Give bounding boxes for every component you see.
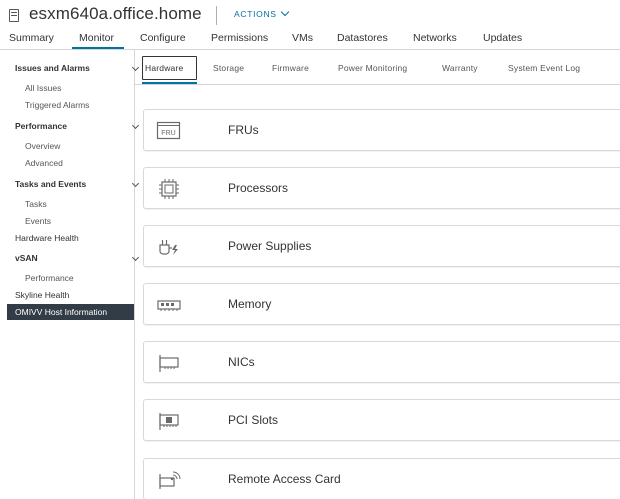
card-label: Remote Access Card [228,472,341,486]
sidebar-item-overview[interactable]: Overview [0,141,159,151]
vsphere-host-monitor-page: esxm640a.office.home ACTIONS Summary Mon… [0,0,620,499]
card-frus[interactable]: FRU FRUs [143,109,620,151]
card-nics[interactable]: NICs [143,341,620,383]
monitor-sidebar: Issues and Alarms All Issues Triggered A… [0,50,140,499]
sidebar-section-label: Performance [15,121,67,131]
card-label: Memory [228,297,272,311]
sidebar-item-vsan-performance[interactable]: Performance [0,273,159,283]
sidebar-item-advanced[interactable]: Advanced [0,158,159,168]
remote-access-card-icon [159,471,181,489]
title-divider [216,6,217,25]
card-pci-slots[interactable]: PCI Slots [143,399,620,441]
card-label: PCI Slots [228,413,279,427]
active-subtab-indicator [142,82,197,84]
sidebar-section-performance[interactable]: Performance [0,121,149,131]
tab-updates[interactable]: Updates [483,32,522,44]
chevron-down-icon [280,7,289,17]
sidebar-section-vsan[interactable]: vSAN [0,253,149,263]
tab-monitor[interactable]: Monitor [79,32,114,44]
tab-permissions[interactable]: Permissions [211,32,268,44]
card-memory[interactable]: Memory [143,283,620,325]
subtab-system-event-log[interactable]: System Event Log [508,63,580,73]
chevron-down-icon [131,121,140,130]
hardware-subtabs: Hardware Storage Firmware Power Monitori… [135,52,620,85]
sidebar-section-issues-and-alarms[interactable]: Issues and Alarms [0,63,149,73]
host-icon [9,9,19,22]
sidebar-section-tasks-and-events[interactable]: Tasks and Events [0,179,149,189]
actions-label: ACTIONS [234,9,277,19]
card-label: NICs [228,355,255,369]
card-power-supplies[interactable]: Power Supplies [143,225,620,267]
pci-slot-icon [159,413,179,430]
host-title: esxm640a.office.home [29,4,202,23]
card-processors[interactable]: Processors [143,167,620,209]
chevron-down-icon [131,179,140,188]
sidebar-section-label: Issues and Alarms [15,63,90,73]
sidebar-item-skyline-health[interactable]: Skyline Health [0,290,149,300]
sidebar-item-events[interactable]: Events [0,216,159,226]
fru-icon: FRU [156,121,181,140]
power-plug-icon [159,240,178,255]
card-label: FRUs [228,123,259,137]
card-label: Power Supplies [228,239,312,253]
tab-networks[interactable]: Networks [413,32,457,44]
actions-menu-button[interactable]: ACTIONS [234,7,289,19]
sidebar-item-omivv-host-information[interactable]: OMIVV Host Information [7,304,134,320]
processor-icon [159,179,179,199]
tab-vms[interactable]: VMs [292,32,313,44]
sidebar-section-label: Tasks and Events [15,179,87,189]
subtab-firmware[interactable]: Firmware [272,63,309,73]
active-tab-indicator [72,47,124,49]
subtab-hardware[interactable]: Hardware [145,63,183,73]
object-tabs: Summary Monitor Configure Permissions VM… [0,30,620,50]
tab-summary[interactable]: Summary [9,32,54,44]
memory-icon [157,300,181,311]
nic-icon [159,355,179,372]
fru-icon-text: FRU [161,130,175,137]
sidebar-item-hardware-health[interactable]: Hardware Health [0,233,149,243]
card-remote-access-card[interactable]: Remote Access Card [143,458,620,499]
sidebar-section-label: vSAN [15,253,38,263]
chevron-down-icon [131,253,140,262]
object-header: esxm640a.office.home ACTIONS [0,0,620,30]
sidebar-item-tasks[interactable]: Tasks [0,199,159,209]
subtab-storage[interactable]: Storage [213,63,244,73]
subtab-power-monitoring[interactable]: Power Monitoring [338,63,407,73]
tab-datastores[interactable]: Datastores [337,32,388,44]
tab-configure[interactable]: Configure [140,32,186,44]
sidebar-item-triggered-alarms[interactable]: Triggered Alarms [0,100,159,110]
card-label: Processors [228,181,289,195]
subtab-warranty[interactable]: Warranty [442,63,478,73]
